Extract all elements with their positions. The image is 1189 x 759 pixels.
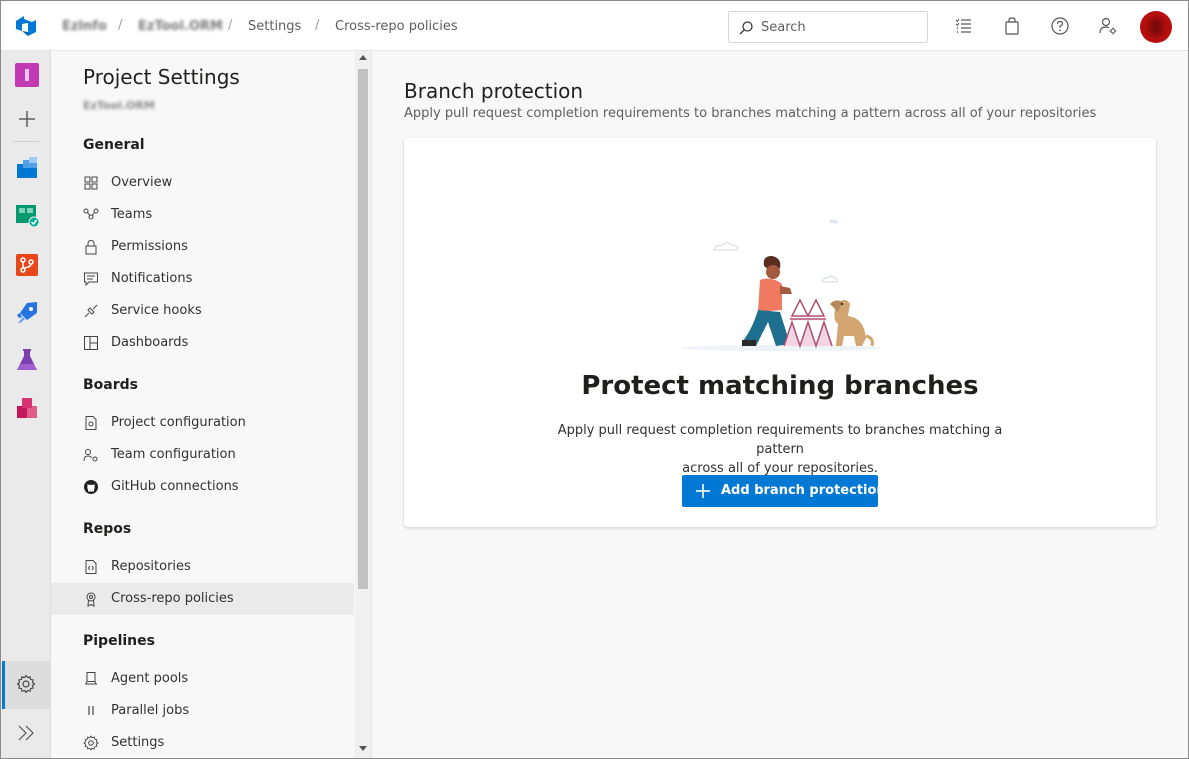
repo-icon bbox=[85, 560, 97, 574]
nav-item-label: Settings bbox=[111, 735, 165, 750]
scroll-down-arrow-icon[interactable] bbox=[359, 746, 367, 751]
top-bar: Ezlnfo / EzTool.ORM / Settings / Cross-r… bbox=[1, 1, 1188, 51]
lock-icon bbox=[85, 239, 97, 255]
gear-icon bbox=[16, 674, 36, 694]
breadcrumb-settings[interactable]: Settings bbox=[248, 19, 301, 34]
shopping-bag-icon[interactable] bbox=[1002, 16, 1022, 36]
nav-item-pipeline-settings[interactable]: Settings bbox=[51, 727, 354, 758]
breadcrumb-separator: / bbox=[118, 18, 123, 33]
nav-item-label: Permissions bbox=[111, 239, 188, 254]
search-placeholder: Search bbox=[761, 20, 806, 35]
gear-icon bbox=[83, 735, 99, 751]
nav-item-label: Service hooks bbox=[111, 303, 202, 318]
user-avatar[interactable] bbox=[1140, 11, 1172, 43]
nav-item-label: Team configuration bbox=[111, 447, 236, 462]
empty-state-title: Protect matching branches bbox=[581, 371, 979, 401]
nav-scrollbar[interactable] bbox=[355, 51, 372, 758]
artifacts-icon[interactable] bbox=[15, 396, 39, 420]
hook-icon bbox=[84, 304, 98, 318]
nav-group-boards: Boards bbox=[83, 377, 138, 393]
nav-title: Project Settings bbox=[83, 65, 240, 89]
nav-item-notifications[interactable]: Notifications bbox=[51, 263, 354, 295]
project-badge-icon[interactable] bbox=[15, 63, 39, 87]
nav-group-general: General bbox=[83, 137, 145, 153]
nav-item-label: Agent pools bbox=[111, 671, 189, 686]
nav-item-overview[interactable]: Overview bbox=[51, 167, 354, 199]
nav-item-parallel-jobs[interactable]: Parallel jobs bbox=[51, 695, 354, 727]
dashboard-icon bbox=[84, 336, 98, 350]
nav-item-dashboards[interactable]: Dashboards bbox=[51, 327, 354, 359]
nav-item-label: Parallel jobs bbox=[111, 703, 190, 718]
nav-item-label: Notifications bbox=[111, 271, 193, 286]
nav-item-service-hooks[interactable]: Service hooks bbox=[51, 295, 354, 327]
boards-icon[interactable] bbox=[15, 203, 39, 227]
rail-divider bbox=[13, 141, 39, 142]
breadcrumb-separator: / bbox=[228, 18, 233, 33]
nav-item-project-configuration[interactable]: Project configuration bbox=[51, 407, 354, 439]
breadcrumb-separator: / bbox=[315, 18, 320, 33]
nav-item-label: Dashboards bbox=[111, 335, 189, 350]
search-input[interactable]: Search bbox=[728, 11, 928, 43]
pipelines-icon[interactable] bbox=[15, 301, 39, 325]
breadcrumb-org[interactable]: Ezlnfo bbox=[62, 19, 107, 34]
team-config-icon bbox=[83, 449, 98, 462]
chat-icon bbox=[84, 272, 98, 287]
repos-icon[interactable] bbox=[15, 253, 39, 277]
nav-group-pipelines: Pipelines bbox=[83, 633, 155, 649]
expand-rail-icon[interactable] bbox=[16, 723, 36, 743]
github-icon bbox=[84, 480, 98, 494]
search-icon bbox=[739, 21, 753, 35]
rail-item-project-settings[interactable] bbox=[2, 661, 50, 709]
nav-project-name: EzTool.ORM bbox=[83, 99, 155, 112]
page-subtitle: Apply pull request completion requiremen… bbox=[404, 106, 1097, 121]
breadcrumb-current[interactable]: Cross-repo policies bbox=[335, 19, 458, 34]
page-title: Branch protection bbox=[404, 79, 584, 103]
scroll-up-arrow-icon[interactable] bbox=[359, 55, 367, 60]
main-content: Branch protection Apply pull request com… bbox=[373, 51, 1188, 758]
nav-item-label: Cross-repo policies bbox=[111, 591, 234, 606]
project-config-icon bbox=[85, 416, 97, 430]
nav-item-label: Project configuration bbox=[111, 415, 246, 430]
overview-icon bbox=[84, 176, 98, 190]
test-plans-icon[interactable] bbox=[15, 348, 39, 372]
nav-item-label: GitHub connections bbox=[111, 479, 239, 494]
nav-item-team-configuration[interactable]: Team configuration bbox=[51, 439, 354, 471]
task-list-icon[interactable] bbox=[954, 16, 974, 36]
add-icon[interactable] bbox=[15, 107, 39, 131]
overview-app-icon[interactable] bbox=[15, 156, 39, 180]
empty-state-description: Apply pull request completion requiremen… bbox=[540, 421, 1020, 478]
empty-state-description-line1: Apply pull request completion requiremen… bbox=[557, 423, 1003, 457]
nav-group-repos: Repos bbox=[83, 521, 132, 537]
agent-pool-icon bbox=[85, 672, 97, 685]
nav-item-repositories[interactable]: Repositories bbox=[51, 551, 354, 583]
empty-state-illustration bbox=[681, 220, 881, 351]
azure-devops-logo-icon[interactable] bbox=[14, 14, 38, 38]
nav-item-label: Overview bbox=[111, 175, 173, 190]
parallel-icon bbox=[88, 706, 94, 715]
user-settings-icon[interactable] bbox=[1098, 16, 1118, 36]
app-rail bbox=[1, 51, 51, 758]
app-window: Ezlnfo / EzTool.ORM / Settings / Cross-r… bbox=[0, 0, 1189, 759]
scrollbar-thumb[interactable] bbox=[358, 69, 368, 589]
teams-icon bbox=[83, 208, 99, 220]
nav-item-permissions[interactable]: Permissions bbox=[51, 231, 354, 263]
help-icon[interactable] bbox=[1050, 16, 1070, 36]
settings-nav: Project Settings EzTool.ORM General Over… bbox=[51, 51, 355, 758]
empty-state-card: Protect matching branches Apply pull req… bbox=[404, 138, 1156, 527]
nav-item-agent-pools[interactable]: Agent pools bbox=[51, 663, 354, 695]
add-branch-protection-label: Add branch protection bbox=[721, 483, 886, 498]
nav-item-cross-repo-policies[interactable]: Cross-repo policies bbox=[51, 583, 354, 615]
add-branch-protection-button[interactable]: Add branch protection bbox=[682, 475, 886, 507]
nav-item-teams[interactable]: Teams bbox=[51, 199, 354, 231]
add-icon bbox=[696, 484, 710, 498]
nav-item-label: Repositories bbox=[111, 559, 191, 574]
nav-item-label: Teams bbox=[111, 207, 153, 222]
nav-item-github-connections[interactable]: GitHub connections bbox=[51, 471, 354, 503]
policy-icon bbox=[86, 592, 96, 607]
breadcrumb-project[interactable]: EzTool.ORM bbox=[138, 19, 223, 34]
